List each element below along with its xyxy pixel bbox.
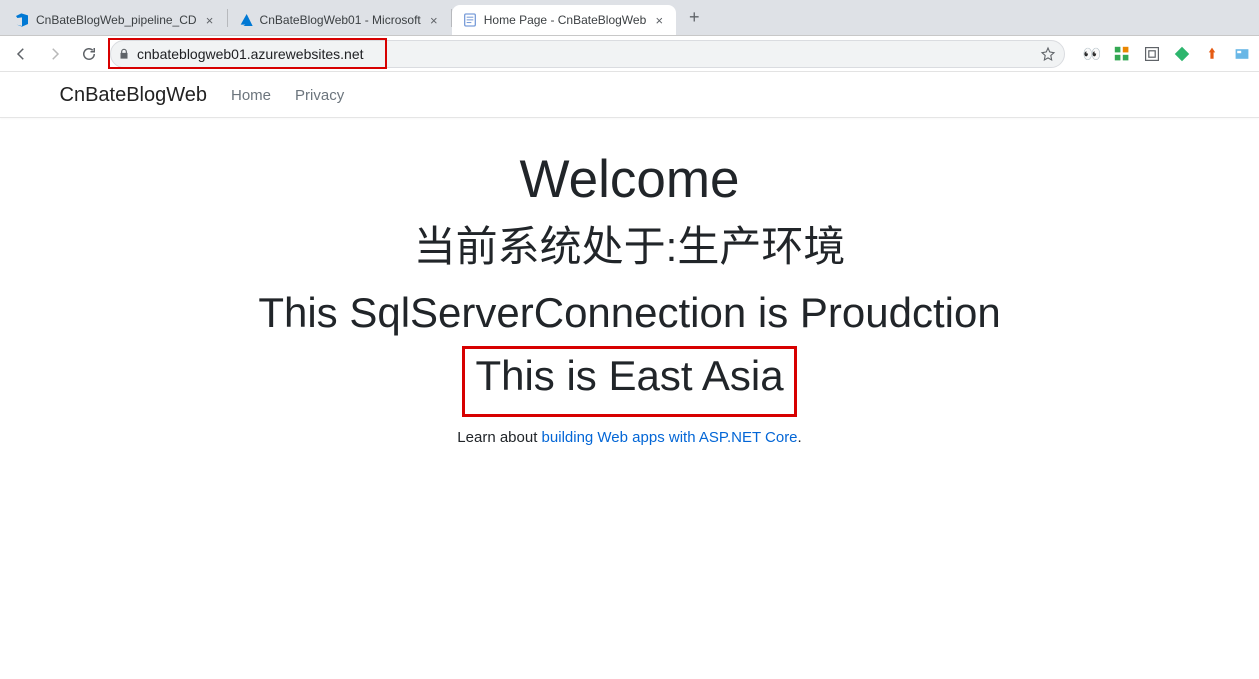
browser-tabstrip: CnBateBlogWeb_pipeline_CD × CnBateBlogWe… xyxy=(0,0,1259,36)
environment-heading: 当前系统处于:生产环境 xyxy=(72,222,1188,272)
extension-icon[interactable]: 👀 xyxy=(1083,45,1101,63)
extension-icon[interactable] xyxy=(1233,45,1251,63)
extension-icon[interactable] xyxy=(1143,45,1161,63)
tab-title: Home Page - CnBateBlogWeb xyxy=(484,13,647,27)
bookmark-star-icon[interactable] xyxy=(1040,46,1056,62)
site-header: CnBateBlogWeb Home Privacy xyxy=(0,72,1259,118)
region-heading: This is East Asia xyxy=(475,351,783,401)
close-icon[interactable]: × xyxy=(652,14,666,27)
forward-button[interactable] xyxy=(42,41,68,67)
browser-tab[interactable]: CnBateBlogWeb01 - Microsoft × xyxy=(228,5,451,35)
azure-devops-icon xyxy=(14,12,30,28)
tab-title: CnBateBlogWeb01 - Microsoft xyxy=(260,13,421,27)
extension-icon[interactable] xyxy=(1173,45,1191,63)
brand-link[interactable]: CnBateBlogWeb xyxy=(60,84,208,107)
browser-tab[interactable]: CnBateBlogWeb_pipeline_CD × xyxy=(4,5,227,35)
learn-prefix: Learn about xyxy=(457,429,541,446)
back-button[interactable] xyxy=(8,41,34,67)
address-bar[interactable]: cnbateblogweb01.azurewebsites.net xyxy=(110,40,1065,68)
new-tab-button[interactable]: + xyxy=(680,4,708,32)
lock-icon xyxy=(117,47,131,61)
tab-title: CnBateBlogWeb_pipeline_CD xyxy=(36,13,197,27)
page-content: CnBateBlogWeb Home Privacy Welcome 当前系统处… xyxy=(0,72,1259,446)
welcome-heading: Welcome xyxy=(72,148,1188,212)
aspnet-docs-link[interactable]: building Web apps with ASP.NET Core xyxy=(542,429,798,446)
close-icon[interactable]: × xyxy=(203,14,217,27)
browser-tab-active[interactable]: Home Page - CnBateBlogWeb × xyxy=(452,5,677,35)
azure-icon xyxy=(238,12,254,28)
learn-about-text: Learn about building Web apps with ASP.N… xyxy=(72,429,1188,446)
browser-toolbar: cnbateblogweb01.azurewebsites.net 👀 xyxy=(0,36,1259,72)
extension-icon[interactable] xyxy=(1203,45,1221,63)
extension-icons: 👀 xyxy=(1073,45,1251,63)
extension-icon[interactable] xyxy=(1113,45,1131,63)
nav-privacy-link[interactable]: Privacy xyxy=(295,87,344,104)
learn-suffix: . xyxy=(798,429,802,446)
nav-home-link[interactable]: Home xyxy=(231,87,271,104)
main-content: Welcome 当前系统处于:生产环境 This SqlServerConnec… xyxy=(60,118,1200,446)
reload-button[interactable] xyxy=(76,41,102,67)
url-text: cnbateblogweb01.azurewebsites.net xyxy=(137,46,1034,62)
page-favicon-icon xyxy=(462,12,478,28)
close-icon[interactable]: × xyxy=(427,14,441,27)
highlight-box: This is East Asia xyxy=(462,346,796,416)
sql-connection-heading: This SqlServerConnection is Proudction xyxy=(72,288,1188,338)
